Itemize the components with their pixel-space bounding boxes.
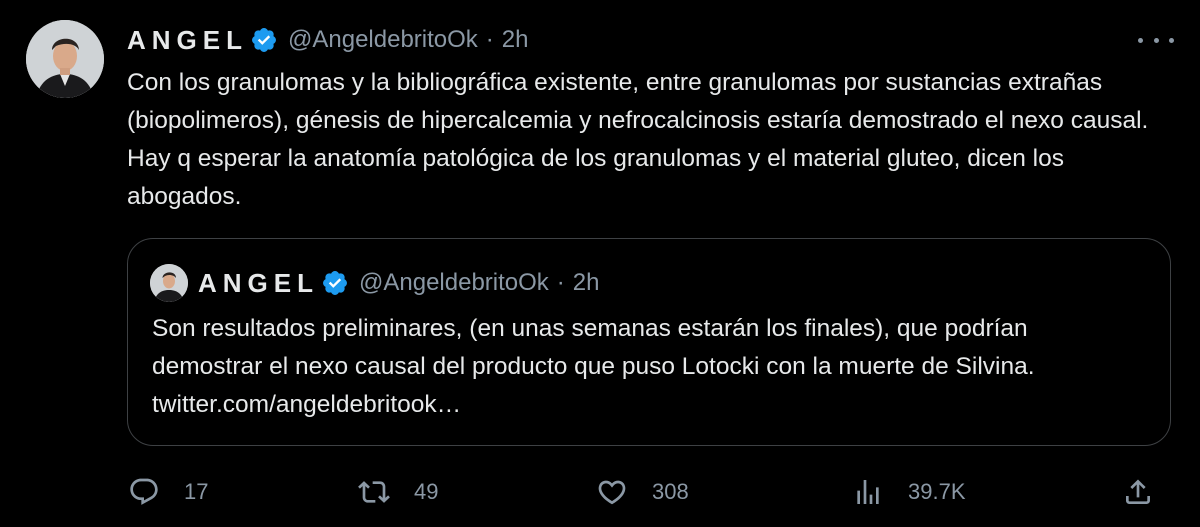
retweet-icon (358, 481, 390, 503)
retweet-button[interactable]: 49 (358, 472, 438, 512)
reply-count: 17 (184, 479, 209, 504)
like-count: 308 (652, 479, 689, 504)
verified-badge-icon (250, 26, 278, 54)
quoted-author-handle: @AngeldebritoOk (359, 269, 549, 296)
separator-dot: · (556, 269, 565, 296)
more-horizontal-icon[interactable] (1138, 26, 1174, 54)
author-handle[interactable]: @AngeldebritoOk (288, 26, 478, 54)
separator-dot: · (485, 26, 494, 53)
quoted-author-name: ANGEL (198, 267, 319, 298)
like-button[interactable]: 308 (596, 472, 689, 512)
tweet-action-bar: 17 49 308 39.7K (128, 472, 1168, 512)
share-button[interactable] (1122, 472, 1154, 512)
quoted-tweet-text: Son resultados preliminares, (en unas se… (152, 315, 1042, 418)
quoted-avatar-image (150, 264, 188, 302)
views-button[interactable]: 39.7K (852, 472, 966, 512)
author-name[interactable]: ANGEL (127, 25, 248, 56)
like-heart-icon (598, 480, 626, 505)
author-avatar[interactable] (26, 20, 104, 98)
views-count: 39.7K (908, 479, 966, 504)
views-chart-icon (857, 480, 879, 504)
tweet-header: ANGEL @AngeldebritoOk · 2h (127, 22, 529, 58)
reply-button[interactable]: 17 (128, 472, 208, 512)
quoted-author-avatar (150, 264, 188, 302)
quoted-tweet-header: ANGEL @AngeldebritoOk · 2h (150, 264, 600, 302)
tweet-timestamp[interactable]: 2h (502, 26, 529, 54)
avatar-image (26, 20, 104, 98)
retweet-count: 49 (414, 479, 439, 504)
share-icon (1126, 479, 1150, 504)
verified-badge-icon (321, 269, 349, 297)
quoted-tweet[interactable]: ANGEL @AngeldebritoOk · 2h Son resultado… (127, 238, 1171, 446)
tweet-card[interactable]: ANGEL @AngeldebritoOk · 2h Con los granu… (0, 0, 1200, 527)
reply-icon (130, 478, 158, 505)
tweet-text: Con los granulomas y la bibliográfica ex… (127, 69, 1149, 210)
quoted-tweet-timestamp: 2h (572, 269, 600, 296)
